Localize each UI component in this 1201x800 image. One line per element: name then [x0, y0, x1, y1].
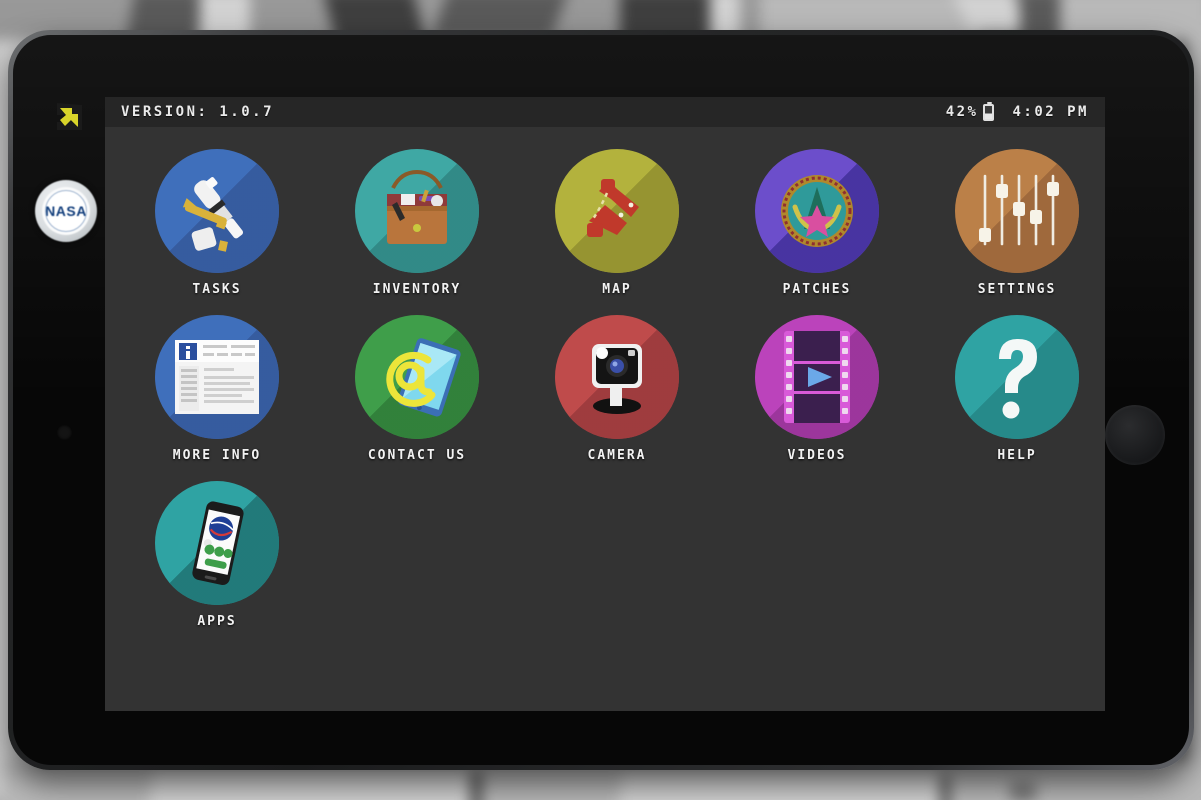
status-bar-right: 42% 4:02 PM	[945, 101, 1089, 121]
app-label: Settings	[977, 282, 1057, 297]
tablet-bezel: NASA Version: 1.0.7 42%	[13, 35, 1189, 765]
app-label: Inventory	[372, 282, 462, 297]
app-label: Videos	[787, 448, 847, 463]
app-tile-camera[interactable]: Camera	[517, 315, 717, 463]
home-button-icon[interactable]	[1105, 405, 1165, 465]
app-tile-apps[interactable]: Apps	[117, 481, 317, 629]
app-tile-inventory[interactable]: Inventory	[317, 149, 517, 297]
screenshot-scene: NASA Version: 1.0.7 42%	[0, 0, 1201, 800]
battery-percent-label: 42%	[945, 104, 979, 120]
app-grid: Tasks Inventory Map	[105, 127, 1105, 629]
film-strip-icon[interactable]	[755, 315, 879, 439]
app-tile-more-info[interactable]: More Info	[117, 315, 317, 463]
front-camera-icon	[57, 425, 72, 440]
app-tile-contact-us[interactable]: Contact Us	[317, 315, 517, 463]
app-label: Contact Us	[367, 448, 467, 463]
tablet-screen: Version: 1.0.7 42% 4:02 PM	[105, 97, 1105, 711]
astronaut-tool-icon[interactable]	[155, 149, 279, 273]
app-label: Camera	[587, 448, 647, 463]
battery-status: 42%	[945, 101, 995, 121]
status-bar: Version: 1.0.7 42% 4:02 PM	[105, 97, 1105, 127]
battery-icon	[983, 101, 995, 121]
app-label: Map	[602, 282, 632, 297]
clock-label: 4:02 PM	[1012, 104, 1089, 120]
app-label: Help	[997, 448, 1037, 463]
app-label: Patches	[782, 282, 852, 297]
toolbox-icon[interactable]	[355, 149, 479, 273]
question-mark-icon[interactable]	[955, 315, 1079, 439]
app-tile-tasks[interactable]: Tasks	[117, 149, 317, 297]
document-info-icon[interactable]	[155, 315, 279, 439]
tablet-device: NASA Version: 1.0.7 42%	[8, 30, 1194, 770]
app-label: Tasks	[192, 282, 242, 297]
app-tile-help[interactable]: Help	[917, 315, 1105, 463]
phone-nasa-icon[interactable]	[155, 481, 279, 605]
app-tile-settings[interactable]: Settings	[917, 149, 1105, 297]
nasa-logo-sticker: NASA	[35, 180, 97, 242]
route-marker-icon[interactable]	[555, 149, 679, 273]
app-tile-map[interactable]: Map	[517, 149, 717, 297]
app-tile-videos[interactable]: Videos	[717, 315, 917, 463]
back-arrow-icon[interactable]	[49, 97, 91, 139]
camera-icon[interactable]	[555, 315, 679, 439]
mission-patch-icon[interactable]	[755, 149, 879, 273]
app-tile-patches[interactable]: Patches	[717, 149, 917, 297]
at-sign-tablet-icon[interactable]	[355, 315, 479, 439]
app-label: Apps	[197, 614, 237, 629]
sliders-icon[interactable]	[955, 149, 1079, 273]
app-label: More Info	[172, 448, 262, 463]
version-label: Version: 1.0.7	[121, 104, 275, 120]
